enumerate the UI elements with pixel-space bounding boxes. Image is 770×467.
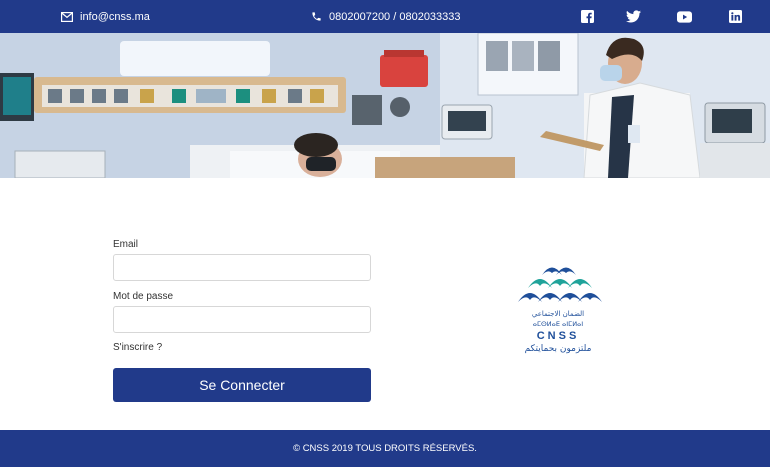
email-label: Email	[113, 239, 139, 250]
login-form: Email Mot de passe S'inscrire ? Se Conne…	[113, 236, 371, 402]
hero-banner-image	[0, 33, 770, 178]
email-text[interactable]: info@cnss.ma	[80, 11, 150, 23]
phone-text[interactable]: 0802007200 / 0802033333	[329, 11, 461, 23]
logo-acronym: CNSS	[537, 330, 580, 342]
logo-arabic-name: الضمان الاجتماعي	[532, 310, 584, 318]
envelope-icon	[61, 11, 73, 22]
twitter-icon[interactable]	[626, 9, 641, 24]
password-field[interactable]	[113, 306, 371, 333]
password-label: Mot de passe	[113, 291, 174, 302]
footer: © CNSS 2019 TOUS DROITS RÉSERVÉS.	[0, 430, 770, 467]
cnss-logo: الضمان الاجتماعي ⴰⵎⵙⵍⴰⴹ ⴰⵏⵎⵍⴰⵏ CNSS ملتز…	[498, 258, 618, 358]
login-button[interactable]: Se Connecter	[113, 368, 371, 402]
linkedin-icon[interactable]	[728, 9, 743, 24]
phone-icon	[311, 11, 322, 22]
contact-email[interactable]: info@cnss.ma	[61, 0, 150, 33]
email-field[interactable]	[113, 254, 371, 281]
copyright-text: © CNSS 2019 TOUS DROITS RÉSERVÉS.	[293, 443, 477, 454]
facebook-icon[interactable]	[580, 9, 595, 24]
contact-phone[interactable]: 0802007200 / 0802033333	[311, 0, 461, 33]
youtube-icon[interactable]	[677, 9, 692, 24]
cnss-logo-graphic: الضمان الاجتماعي ⴰⵎⵙⵍⴰⴹ ⴰⵏⵎⵍⴰⵏ CNSS ملتز…	[518, 267, 602, 354]
signup-link[interactable]: S'inscrire ?	[113, 342, 162, 353]
logo-tagline: ملتزمون بحمايتكم	[525, 344, 592, 354]
top-bar: info@cnss.ma 0802007200 / 0802033333	[0, 0, 770, 33]
logo-tifinagh-name: ⴰⵎⵙⵍⴰⴹ ⴰⵏⵎⵍⴰⵏ	[533, 320, 583, 328]
